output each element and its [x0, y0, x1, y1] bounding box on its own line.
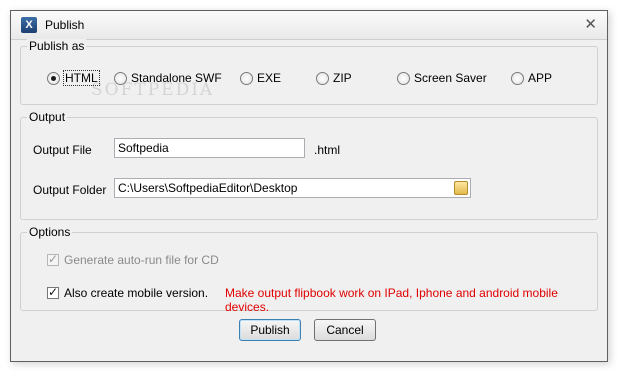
output-legend: Output: [27, 110, 68, 124]
close-icon[interactable]: ✕: [584, 15, 597, 33]
mobile-note: Make output flipbook work on IPad, Iphon…: [225, 286, 558, 314]
output-folder-label: Output Folder: [33, 183, 107, 197]
radio-screen-saver[interactable]: Screen Saver: [397, 70, 487, 86]
radio-standalone-swf[interactable]: Standalone SWF: [114, 70, 222, 86]
radio-app[interactable]: APP: [511, 70, 552, 86]
folder-icon[interactable]: [454, 181, 468, 195]
mobile-option[interactable]: Also create mobile version.: [47, 285, 208, 300]
mobile-checkbox[interactable]: [47, 285, 59, 299]
radio-html-button[interactable]: [47, 71, 60, 85]
app-logo-icon: X: [21, 17, 37, 33]
output-group: Output Output File .html Output Folder: [20, 110, 598, 220]
mobile-label[interactable]: Also create mobile version.: [64, 286, 208, 300]
publish-as-group: Publish as SOFTPEDIA HTML Standalone SWF…: [20, 39, 598, 105]
radio-exe-button[interactable]: [240, 71, 253, 85]
radio-swf-button[interactable]: [114, 71, 127, 85]
publish-button[interactable]: Publish: [239, 319, 301, 341]
radio-html[interactable]: HTML: [47, 70, 100, 86]
output-file-extension: .html: [314, 143, 341, 157]
autorun-label: Generate auto-run file for CD: [64, 253, 219, 267]
output-folder-field: [114, 178, 471, 198]
radio-screen-saver-button[interactable]: [397, 71, 410, 85]
options-legend: Options: [27, 225, 73, 239]
output-folder-input[interactable]: [114, 178, 471, 198]
radio-zip[interactable]: ZIP: [316, 70, 352, 86]
autorun-checkbox: [47, 252, 59, 266]
autorun-option: Generate auto-run file for CD: [47, 252, 219, 267]
radio-zip-button[interactable]: [316, 71, 329, 85]
cancel-button[interactable]: Cancel: [314, 319, 376, 341]
radio-html-label[interactable]: HTML: [63, 70, 100, 86]
output-file-input[interactable]: [114, 138, 305, 158]
publish-dialog: X Publish ✕ Publish as SOFTPEDIA HTML St…: [10, 10, 608, 362]
radio-exe[interactable]: EXE: [240, 70, 281, 86]
title-bar[interactable]: X Publish ✕: [11, 11, 607, 40]
radio-swf-label[interactable]: Standalone SWF: [131, 71, 222, 85]
radio-zip-label[interactable]: ZIP: [333, 71, 352, 85]
options-group: Options Generate auto-run file for CD Al…: [20, 225, 598, 314]
radio-app-label[interactable]: APP: [528, 71, 552, 85]
radio-exe-label[interactable]: EXE: [257, 71, 281, 85]
radio-screen-saver-label[interactable]: Screen Saver: [414, 71, 487, 85]
radio-app-button[interactable]: [511, 71, 524, 85]
output-file-label: Output File: [33, 143, 92, 157]
publish-as-legend: Publish as: [27, 39, 87, 53]
window-title: Publish: [45, 18, 85, 32]
